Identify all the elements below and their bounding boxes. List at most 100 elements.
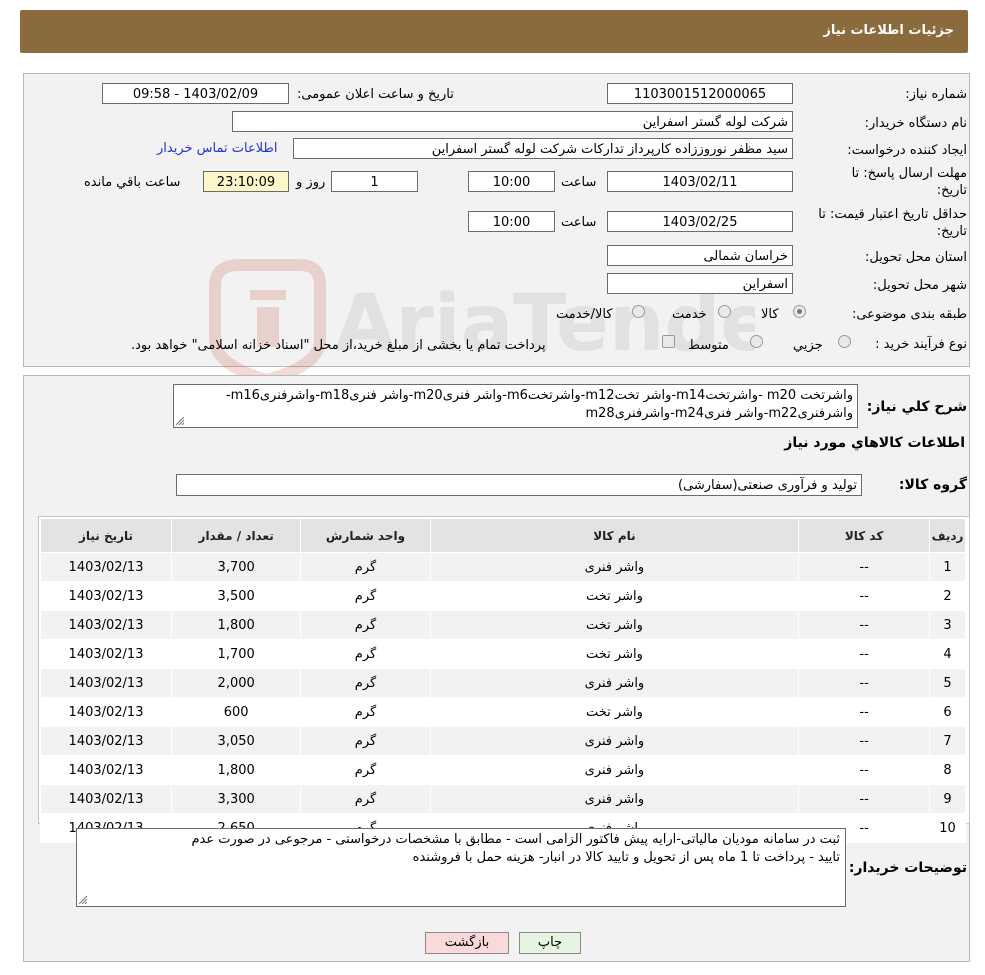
need-date-cell: 1403/02/13	[39, 697, 173, 727]
table-row: 8 -- واشر فنری گرم 1,800 1403/02/13	[39, 755, 966, 785]
description-line-2: واشرفنریm22-واشر فنریm24-واشرفنریm28	[585, 406, 853, 421]
item-name-cell: واشر تخت	[429, 610, 800, 640]
row-number-cell: 9	[929, 784, 966, 814]
item-code-cell: --	[798, 697, 931, 727]
creator-field: سید مظفر نوروززاده کارپرداز تدارکات شرکت…	[293, 138, 793, 159]
need-number-field: 1103001512000065	[607, 83, 793, 104]
deadline-time-label: ساعت	[561, 175, 597, 190]
row-number-cell: 7	[929, 726, 966, 756]
quantity-cell: 2,000	[171, 668, 302, 698]
quantity-cell: 3,700	[171, 552, 302, 582]
validity-date-label: تاریخ:	[936, 224, 967, 239]
buyer-org-field: شرکت لوله گستر اسفراین	[232, 111, 793, 132]
description-line-1: واشرتخت m20 -واشرتختm14-واشر تختm12-واشر…	[225, 388, 853, 403]
page-header: جزئیات اطلاعات نیاز	[20, 10, 968, 53]
buyer-notes-textarea[interactable]: ثبت در سامانه مودیان مالیاتی-ارایه پیش ف…	[76, 828, 846, 907]
item-name-cell: واشر فنری	[429, 755, 800, 785]
unit-cell: گرم	[300, 610, 431, 640]
days-label: روز و	[296, 175, 326, 190]
page-title: جزئیات اطلاعات نیاز	[823, 23, 954, 38]
table-row: 3 -- واشر تخت گرم 1,800 1403/02/13	[39, 610, 966, 640]
item-code-cell: --	[798, 726, 931, 756]
unit-cell: گرم	[300, 552, 431, 582]
validity-time-label: ساعت	[561, 215, 597, 230]
days-remaining-field: 1	[331, 171, 418, 192]
category-radio-goods[interactable]	[793, 305, 806, 318]
print-button[interactable]: چاپ	[519, 932, 581, 954]
back-button[interactable]: بازگشت	[425, 932, 509, 954]
item-code-cell: --	[798, 639, 931, 669]
goods-group-field: تولید و فرآوری صنعتی(سفارشی)	[176, 474, 862, 496]
item-code-cell: --	[798, 755, 931, 785]
item-code-cell: --	[798, 581, 931, 611]
resize-grip-icon[interactable]	[79, 896, 87, 904]
need-date-cell: 1403/02/13	[39, 668, 173, 698]
province-label: استان محل تحویل:	[865, 250, 967, 265]
row-number-cell: 5	[929, 668, 966, 698]
item-name-cell: واشر تخت	[429, 639, 800, 669]
creator-label: ایجاد کننده درخواست:	[847, 143, 967, 158]
unit-cell: گرم	[300, 639, 431, 669]
category-radio-service[interactable]	[718, 305, 731, 318]
table-row: 6 -- واشر تخت گرم 600 1403/02/13	[39, 697, 966, 727]
payment-note: پرداخت تمام یا بخشی از مبلغ خرید،از محل …	[131, 338, 546, 353]
quantity-cell: 600	[171, 697, 302, 727]
row-number-cell: 8	[929, 755, 966, 785]
buyer-contact-link[interactable]: اطلاعات تماس خریدار	[157, 141, 277, 156]
table-row: 4 -- واشر تخت گرم 1,700 1403/02/13	[39, 639, 966, 669]
buyer-notes-line-1: ثبت در سامانه مودیان مالیاتی-ارایه پیش ف…	[191, 832, 840, 847]
need-date-cell: 1403/02/13	[39, 784, 173, 814]
category-label: طبقه بندی موضوعی:	[851, 307, 967, 322]
remaining-time-field: 23:10:09	[203, 171, 289, 192]
quantity-cell: 3,500	[171, 581, 302, 611]
item-code-cell: --	[798, 784, 931, 814]
item-name-cell: واشر تخت	[429, 697, 800, 727]
item-name-cell: واشر فنری	[429, 784, 800, 814]
table-header-row: ردیف کد کالا نام کالا واحد شمارش تعداد /…	[39, 518, 966, 553]
city-field: اسفراین	[607, 273, 793, 294]
row-number-cell: 3	[929, 610, 966, 640]
validity-date-field: 1403/02/25	[607, 211, 793, 232]
quantity-cell: 3,050	[171, 726, 302, 756]
unit-cell: گرم	[300, 755, 431, 785]
col-name-header: نام کالا	[429, 518, 800, 553]
quantity-cell: 1,800	[171, 755, 302, 785]
unit-cell: گرم	[300, 697, 431, 727]
quantity-cell: 1,700	[171, 639, 302, 669]
row-number-cell: 10	[929, 813, 966, 843]
process-option-minor: جزیي	[793, 338, 823, 353]
goods-info-title: اطلاعات کالاهاي مورد نیاز	[784, 435, 965, 451]
process-radio-minor[interactable]	[838, 335, 851, 348]
goods-table: ردیف کد کالا نام کالا واحد شمارش تعداد /…	[39, 518, 966, 843]
deadline-date-field: 1403/02/11	[607, 171, 793, 192]
buyer-notes-line-2: تایید - پرداخت تا 1 ماه پس از تحویل و تا…	[412, 850, 840, 865]
need-date-cell: 1403/02/13	[39, 610, 173, 640]
process-label: نوع فرآیند خرید :	[875, 337, 967, 352]
row-number-cell: 6	[929, 697, 966, 727]
buyer-org-label: نام دستگاه خریدار:	[864, 116, 967, 131]
table-row: 5 -- واشر فنری گرم 2,000 1403/02/13	[39, 668, 966, 698]
col-row-header: ردیف	[929, 518, 966, 553]
resize-grip-icon[interactable]	[176, 417, 184, 425]
remaining-label: ساعت باقي مانده	[84, 175, 181, 190]
announce-datetime-field: 1403/02/09 - 09:58	[102, 83, 289, 104]
row-number-cell: 4	[929, 639, 966, 669]
process-option-medium: متوسط	[688, 338, 729, 353]
category-radio-goods-service[interactable]	[632, 305, 645, 318]
need-date-cell: 1403/02/13	[39, 639, 173, 669]
category-option-goods: کالا	[761, 307, 779, 322]
unit-cell: گرم	[300, 726, 431, 756]
need-date-cell: 1403/02/13	[39, 755, 173, 785]
category-option-goods-service: کالا/خدمت	[556, 307, 613, 322]
process-radio-medium[interactable]	[750, 335, 763, 348]
col-date-header: تاریخ نیاز	[39, 518, 173, 553]
treasury-checkbox[interactable]	[662, 335, 675, 348]
col-unit-header: واحد شمارش	[300, 518, 431, 553]
deadline-time-field: 10:00	[468, 171, 555, 192]
province-field: خراسان شمالی	[607, 245, 793, 266]
row-number-cell: 2	[929, 581, 966, 611]
description-textarea[interactable]: واشرتخت m20 -واشرتختm14-واشر تختm12-واشر…	[173, 384, 858, 428]
need-date-cell: 1403/02/13	[39, 552, 173, 582]
table-row: 9 -- واشر فنری گرم 3,300 1403/02/13	[39, 784, 966, 814]
buyer-notes-label: توضیحات خریدار:	[848, 860, 967, 876]
